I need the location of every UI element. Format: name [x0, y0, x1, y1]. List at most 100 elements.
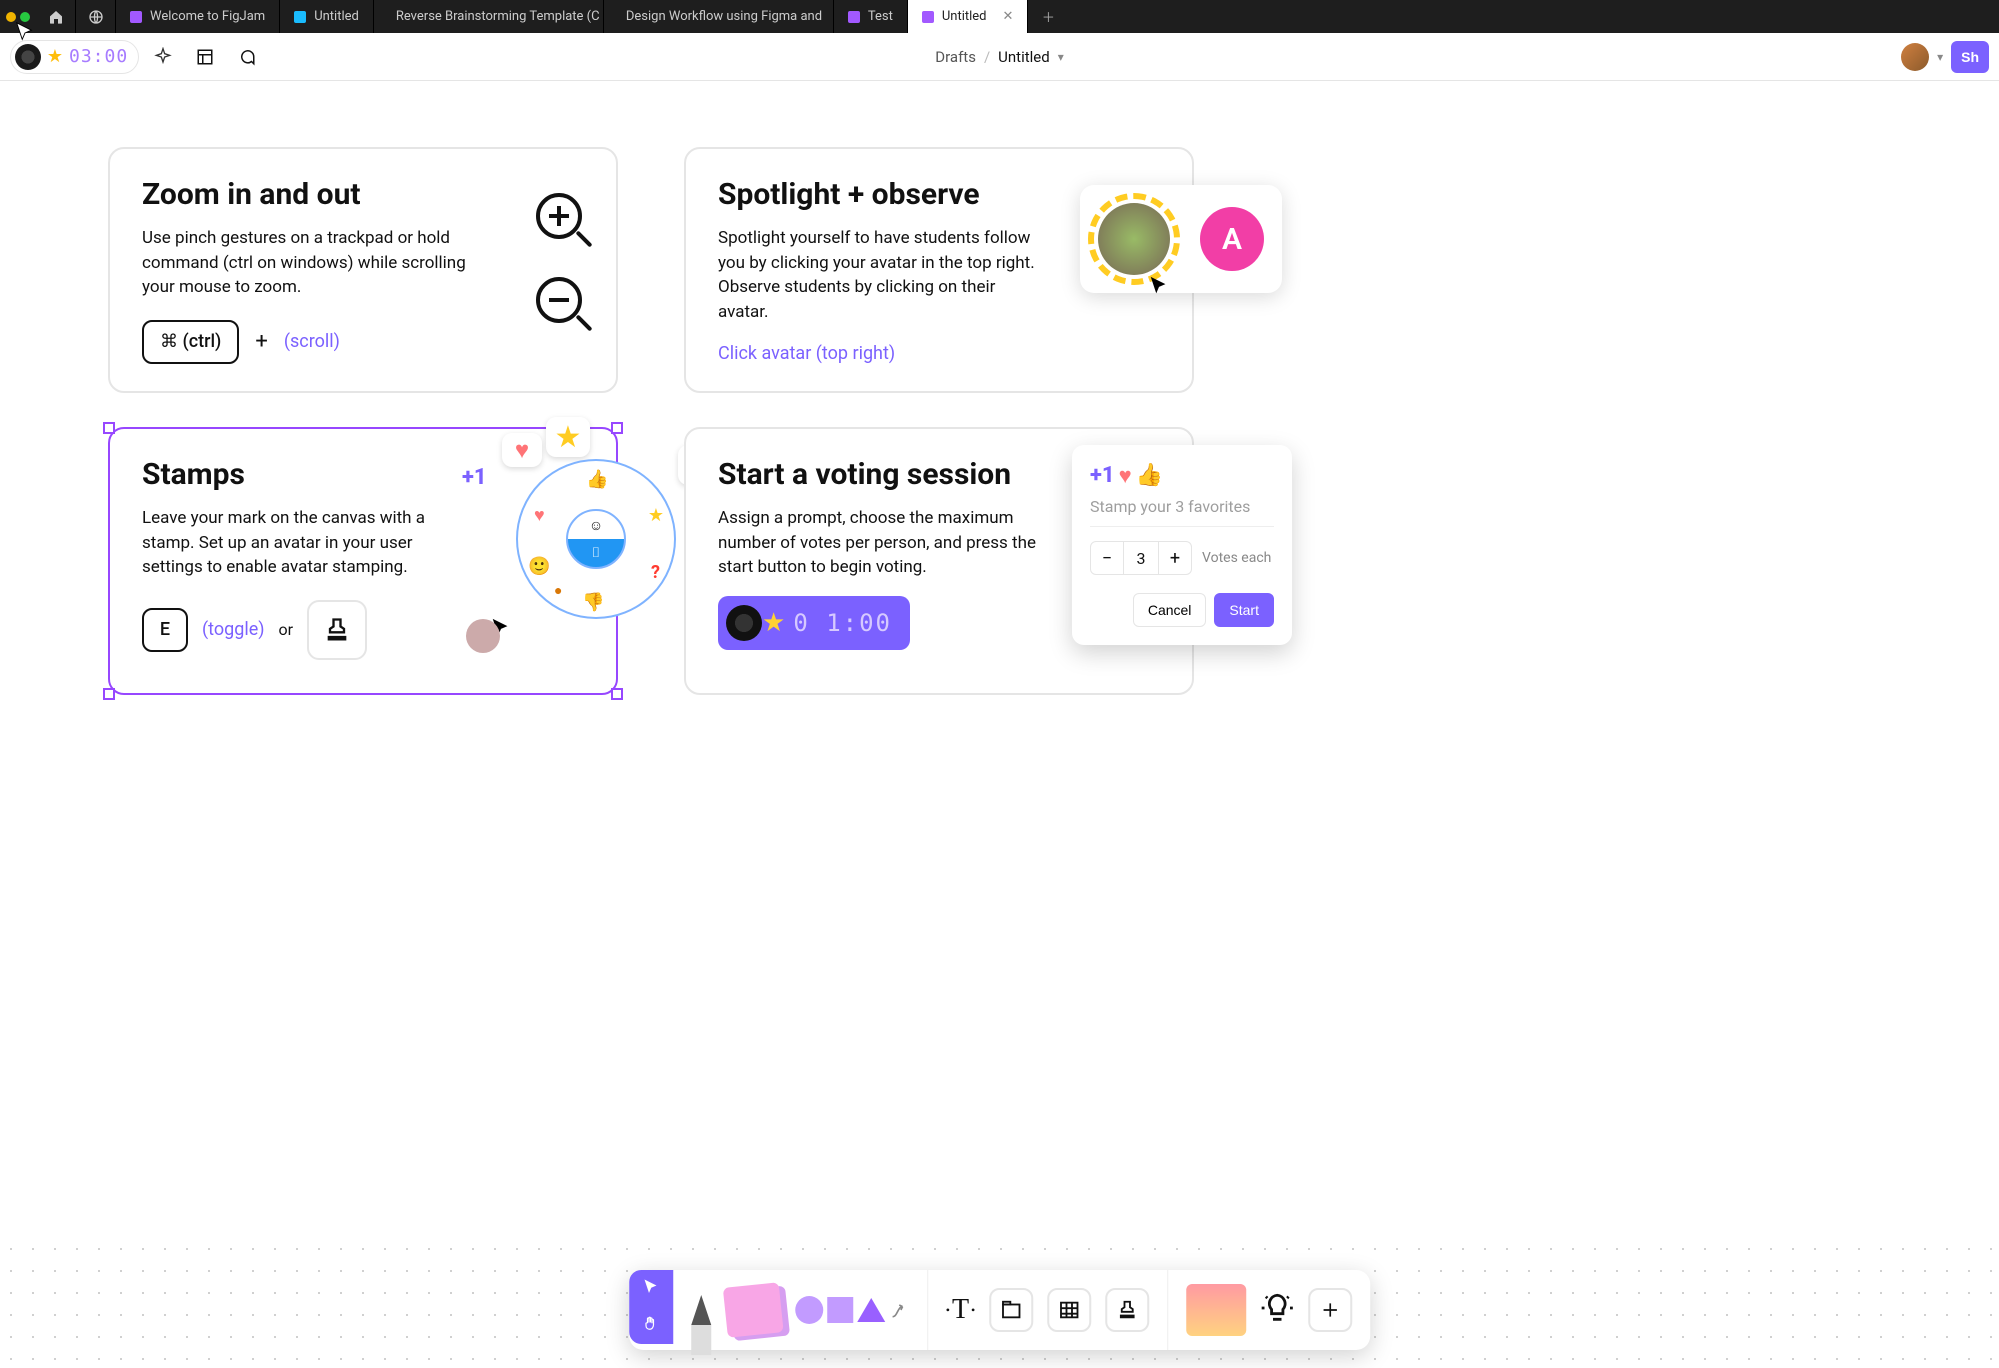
templates-button[interactable] — [1186, 1284, 1246, 1336]
record-disc-icon — [15, 44, 41, 70]
cursor-icon — [642, 1278, 660, 1296]
chevron-down-icon[interactable]: ▾ — [1937, 50, 1943, 64]
spotlight-hint-link[interactable]: Click avatar (top right) — [718, 343, 895, 364]
lightbulb-icon — [1260, 1291, 1294, 1325]
card-body: Use pinch gestures on a trackpad or hold… — [142, 226, 472, 300]
tab-untitled-active[interactable]: Untitled ✕ — [908, 0, 1029, 33]
section-tool[interactable] — [989, 1288, 1033, 1332]
voting-prompt-input[interactable]: Stamp your 3 favorites — [1090, 497, 1274, 527]
ai-sparkle-button[interactable] — [145, 39, 181, 75]
tab-reverse-brainstorm[interactable]: Reverse Brainstorming Template (C — [374, 0, 604, 33]
tab-label: Welcome to FigJam — [150, 9, 265, 24]
voting-timer-value: 0 1:00 — [793, 609, 892, 637]
tab-test[interactable]: Test — [834, 0, 908, 33]
tab-design-workflow[interactable]: Design Workflow using Figma and — [604, 0, 834, 33]
breadcrumb-root[interactable]: Drafts — [935, 48, 976, 66]
votes-value: 3 — [1124, 541, 1158, 575]
tab-untitled-1[interactable]: Untitled — [280, 0, 374, 33]
more-tools-button[interactable] — [1308, 1288, 1352, 1332]
select-tool[interactable] — [642, 1278, 660, 1300]
toggle-hint: (toggle) — [202, 619, 265, 640]
or-text: or — [279, 620, 294, 639]
figjam-file-icon — [848, 11, 860, 23]
votes-stepper: − 3 + Votes each — [1090, 541, 1274, 575]
home-icon — [48, 9, 64, 25]
star-icon: ★ — [45, 47, 65, 67]
zoom-out-icon — [536, 277, 582, 323]
community-button[interactable] — [76, 0, 116, 33]
figjam-file-icon — [922, 11, 934, 23]
marker-tool[interactable] — [691, 1295, 711, 1325]
new-tab-button[interactable]: ＋ — [1028, 0, 1068, 33]
hand-tool[interactable] — [642, 1315, 660, 1337]
tab-label: Untitled — [314, 9, 359, 24]
record-disc-icon — [726, 605, 762, 641]
star-icon: ★ — [762, 608, 785, 638]
file-toolbar: ★ 03:00 Drafts / Untitled ▾ ▾ Sh — [0, 33, 1999, 81]
voting-timer: ★ 0 1:00 — [718, 596, 910, 650]
square-shape-icon — [827, 1297, 853, 1323]
design-file-icon — [294, 11, 306, 23]
stamp-icon: ⌷ — [592, 545, 600, 561]
stamp-tool[interactable] — [1105, 1288, 1149, 1332]
star-stamp-icon: ★ — [546, 417, 590, 457]
comments-button[interactable] — [229, 39, 265, 75]
heart-stamp-icon: ♥ — [502, 433, 542, 467]
triangle-shape-icon — [857, 1298, 885, 1322]
spotlight-illustration: A — [1080, 185, 1282, 293]
cursor-icon — [1148, 275, 1170, 303]
circle-shape-icon — [795, 1296, 823, 1324]
shape-tool[interactable] — [795, 1296, 909, 1324]
card-zoom[interactable]: Zoom in and out Use pinch gestures on a … — [108, 147, 618, 393]
start-button[interactable]: Start — [1214, 593, 1274, 627]
current-user-avatar[interactable] — [1901, 43, 1929, 71]
voting-stamps-row: +1 ♥ 👍 — [1090, 463, 1274, 489]
card-voting[interactable]: Start a voting session Assign a prompt, … — [684, 427, 1194, 695]
text-tool-label: T — [952, 1294, 969, 1326]
text-tool[interactable]: •T• — [946, 1294, 976, 1326]
widgets-button[interactable] — [1260, 1291, 1294, 1329]
increment-button[interactable]: + — [1158, 541, 1192, 575]
timer-widget[interactable]: ★ 03:00 — [10, 40, 139, 74]
maximize-dot[interactable] — [20, 12, 30, 22]
widgets-tools — [1168, 1270, 1370, 1350]
home-button[interactable] — [36, 0, 76, 33]
tab-welcome[interactable]: Welcome to FigJam — [116, 0, 280, 33]
avatar-stamp-icon: 🙂 — [528, 556, 550, 577]
card-spotlight[interactable]: Spotlight + observe Spotlight yourself t… — [684, 147, 1194, 393]
thumbs-up-icon: 👍 — [586, 469, 608, 490]
avatar-initial: A — [1222, 222, 1242, 257]
breadcrumb: Drafts / Untitled ▾ — [935, 48, 1063, 66]
table-tool[interactable] — [1047, 1288, 1091, 1332]
selection-handle[interactable] — [103, 422, 115, 434]
cancel-button[interactable]: Cancel — [1133, 593, 1207, 627]
keycap-cmd: ⌘ (ctrl) — [142, 320, 239, 364]
stamp-wheel-illustration: ★ ♥ 👍 +1 +1 👍 ♥ ★ 🙂 ? 👎 ● ☺ ⌷ — [486, 429, 706, 649]
content-tools: •T• — [928, 1270, 1169, 1350]
question-stamp-icon: ? — [651, 562, 660, 583]
stamp-wheel-inner: ☺ ⌷ — [566, 509, 626, 569]
tab-label: Untitled — [942, 9, 987, 24]
sparkle-icon — [153, 47, 173, 67]
selection-handle[interactable] — [103, 688, 115, 700]
tab-label: Design Workflow using Figma and — [626, 9, 822, 24]
drawing-tools — [673, 1270, 928, 1350]
selection-handle[interactable] — [611, 688, 623, 700]
votes-each-label: Votes each — [1202, 550, 1271, 566]
star-icon: ★ — [648, 505, 664, 526]
file-title[interactable]: Untitled — [998, 48, 1050, 66]
plus-one-stamp-icon: +1 — [462, 465, 487, 490]
plus-icon — [1320, 1300, 1340, 1320]
canvas[interactable]: Zoom in and out Use pinch gestures on a … — [0, 81, 1999, 1368]
tab-label: Test — [868, 9, 893, 24]
share-button[interactable]: Sh — [1951, 41, 1989, 73]
layout-button[interactable] — [187, 39, 223, 75]
decrement-button[interactable]: − — [1090, 541, 1124, 575]
card-stamps[interactable]: Stamps Leave your mark on the canvas wit… — [108, 427, 618, 695]
sticky-note-tool[interactable] — [722, 1282, 783, 1338]
close-tab-icon[interactable]: ✕ — [1003, 9, 1014, 24]
chevron-down-icon[interactable]: ▾ — [1058, 50, 1064, 64]
minimize-dot[interactable] — [6, 12, 16, 22]
stamp-icon — [1116, 1299, 1138, 1321]
connector-arrow-icon — [889, 1300, 909, 1320]
